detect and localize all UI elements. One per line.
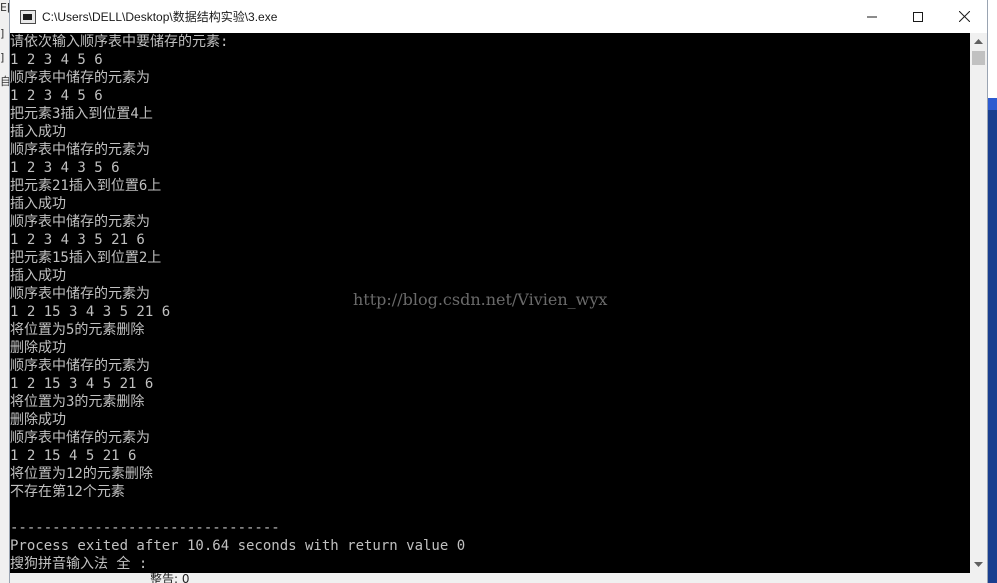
chevron-down-icon bbox=[974, 561, 983, 567]
console-line: 插入成功 bbox=[10, 268, 66, 284]
console-line: 请依次输入顺序表中要储存的元素: bbox=[10, 34, 229, 50]
window-controls bbox=[849, 0, 987, 33]
background-status-text: 整告: 0 bbox=[150, 573, 190, 583]
window-title: C:\Users\DELL\Desktop\数据结构实验\3.exe bbox=[42, 10, 278, 24]
console-line: 把元素21插入到位置6上 bbox=[10, 178, 162, 194]
scroll-up-button[interactable] bbox=[970, 33, 987, 50]
scroll-down-button[interactable] bbox=[970, 556, 987, 573]
background-char: ] bbox=[0, 51, 5, 64]
console-line: 把元素15插入到位置2上 bbox=[10, 250, 162, 266]
console-line: 将位置为12的元素删除 bbox=[10, 466, 153, 482]
console-line: 1 2 15 3 4 3 5 21 6 bbox=[10, 304, 171, 320]
maximize-button[interactable] bbox=[895, 0, 941, 33]
console-line: 顺序表中储存的元素为 bbox=[10, 358, 150, 374]
close-button[interactable] bbox=[941, 0, 987, 33]
console-app-icon bbox=[20, 9, 36, 24]
console-line: 将位置为3的元素删除 bbox=[10, 394, 145, 410]
console-line: 1 2 3 4 3 5 21 6 bbox=[10, 232, 145, 248]
console-line: 将位置为5的元素删除 bbox=[10, 322, 145, 338]
console-output[interactable]: 请依次输入顺序表中要储存的元素: 1 2 3 4 5 6 顺序表中储存的元素为 … bbox=[10, 33, 970, 573]
chevron-up-icon bbox=[974, 38, 983, 44]
minimize-button[interactable] bbox=[849, 0, 895, 33]
console-line: 1 2 3 4 5 6 bbox=[10, 88, 103, 104]
title-bar[interactable]: C:\Users\DELL\Desktop\数据结构实验\3.exe bbox=[10, 0, 987, 33]
console-line: 把元素3插入到位置4上 bbox=[10, 106, 153, 122]
background-app-panel bbox=[987, 98, 997, 583]
console-window: C:\Users\DELL\Desktop\数据结构实验\3.exe 请依次输入… bbox=[10, 0, 987, 583]
console-line: 顺序表中储存的元素为 bbox=[10, 430, 150, 446]
console-line: 1 2 3 4 3 5 6 bbox=[10, 160, 120, 176]
console-line: 1 2 15 4 5 21 6 bbox=[10, 448, 137, 464]
console-line: 不存在第12个元素 bbox=[10, 484, 125, 500]
background-char: ] bbox=[0, 27, 5, 40]
minimize-icon bbox=[867, 16, 877, 17]
process-exit-line: Process exited after 10.64 seconds with … bbox=[10, 538, 466, 554]
console-line: 1 2 15 3 4 5 21 6 bbox=[10, 376, 154, 392]
console-line: 顺序表中储存的元素为 bbox=[10, 70, 150, 86]
console-line: 顺序表中储存的元素为 bbox=[10, 142, 150, 158]
console-line: 1 2 3 4 5 6 bbox=[10, 52, 103, 68]
maximize-icon bbox=[913, 11, 923, 22]
console-line: 删除成功 bbox=[10, 412, 66, 428]
scrollbar-thumb[interactable] bbox=[972, 51, 985, 65]
watermark-text: http://blog.csdn.net/Vivien_wyx bbox=[353, 290, 608, 309]
console-line: 插入成功 bbox=[10, 196, 66, 212]
console-separator: -------------------------------- bbox=[10, 520, 280, 536]
console-line: 插入成功 bbox=[10, 124, 66, 140]
console-line: 顺序表中储存的元素为 bbox=[10, 286, 150, 302]
console-line: 顺序表中储存的元素为 bbox=[10, 214, 150, 230]
close-icon bbox=[958, 11, 970, 22]
console-line: 删除成功 bbox=[10, 340, 66, 356]
ime-status-line: 搜狗拼音输入法 全 : bbox=[10, 556, 148, 572]
vertical-scrollbar[interactable] bbox=[970, 33, 987, 573]
